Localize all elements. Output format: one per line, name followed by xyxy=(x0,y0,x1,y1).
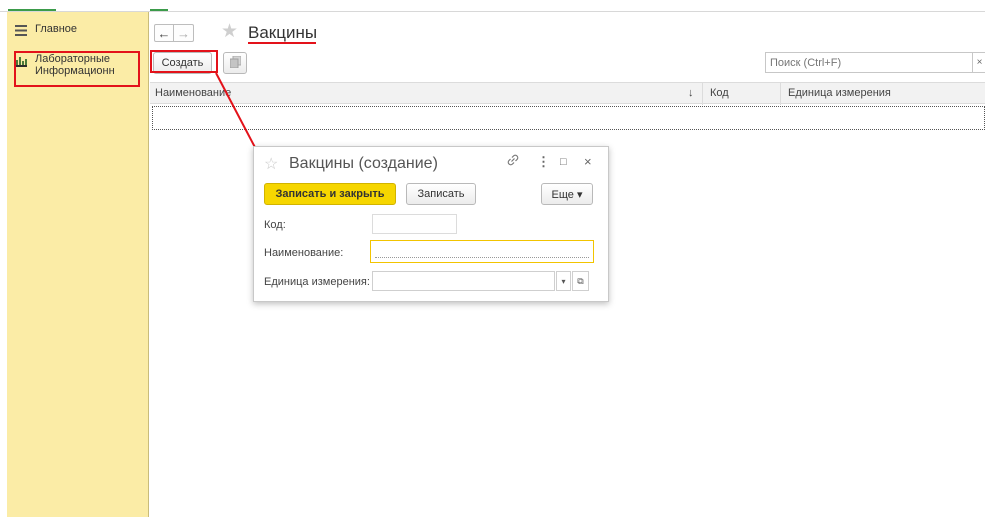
favorite-star-icon[interactable]: ★ xyxy=(221,22,238,42)
favorite-star-icon[interactable]: ☆ xyxy=(264,154,278,174)
column-separator xyxy=(702,83,703,105)
more-vertical-icon[interactable]: ⋮ xyxy=(537,154,550,170)
forward-button[interactable]: → xyxy=(174,24,194,42)
page-title: Вакцины xyxy=(248,23,318,42)
column-header-name[interactable]: Наименование xyxy=(155,87,231,99)
sidebar-item-main[interactable]: Главное xyxy=(7,23,149,43)
unit-field[interactable] xyxy=(372,271,555,291)
code-field[interactable] xyxy=(372,214,457,234)
name-field[interactable] xyxy=(370,240,594,263)
table-header: Наименование ↓ Код Единица измерения xyxy=(150,82,985,105)
maximize-icon[interactable]: □ xyxy=(560,156,567,168)
chevron-down-icon: ▾ xyxy=(561,276,566,286)
sidebar: Главное Лабораторные Информационн... xyxy=(7,12,149,517)
back-arrow-icon: ← xyxy=(157,25,171,41)
unit-label: Единица измерения: xyxy=(264,276,370,288)
copy-button[interactable] xyxy=(223,52,247,74)
column-separator xyxy=(780,83,781,105)
save-and-close-button[interactable]: Записать и закрыть xyxy=(264,183,396,205)
table-row-empty[interactable] xyxy=(152,106,985,130)
close-icon: × xyxy=(976,57,983,68)
back-button[interactable]: ← xyxy=(154,24,174,42)
sidebar-item-lab[interactable]: Лабораторные Информационн... xyxy=(7,53,149,87)
name-label: Наименование: xyxy=(264,247,344,259)
open-window-icon: ⧉ xyxy=(577,275,584,286)
dialog-title: Вакцины (создание) xyxy=(289,155,438,172)
copy-icon xyxy=(229,55,241,71)
create-button[interactable]: Создать xyxy=(153,52,212,74)
column-header-code[interactable]: Код xyxy=(710,87,729,99)
name-field-underline xyxy=(375,257,589,258)
save-button[interactable]: Записать xyxy=(406,183,476,205)
create-dialog: ☆ Вакцины (создание) ⋮ □ × Записать и за… xyxy=(253,146,609,302)
column-header-unit[interactable]: Единица измерения xyxy=(788,87,891,99)
menu-lines-icon xyxy=(7,23,35,36)
lab-chart-icon xyxy=(7,53,35,67)
close-icon[interactable]: × xyxy=(584,154,592,169)
unit-dropdown-button[interactable]: ▾ xyxy=(556,271,571,291)
link-icon[interactable] xyxy=(507,154,519,169)
search-input[interactable] xyxy=(765,52,973,73)
unit-open-button[interactable]: ⧉ xyxy=(572,271,589,291)
top-strip xyxy=(0,0,985,12)
sort-down-icon: ↓ xyxy=(688,87,694,99)
clear-search-button[interactable]: × xyxy=(973,52,985,73)
sidebar-item-label: Лабораторные Информационн... xyxy=(35,53,115,77)
code-label: Код: xyxy=(264,219,286,231)
forward-arrow-icon: → xyxy=(177,25,190,41)
sidebar-item-label: Главное xyxy=(35,23,78,35)
annotation-title-underline xyxy=(248,42,316,44)
more-actions-button[interactable]: Еще ▾ xyxy=(541,183,593,205)
